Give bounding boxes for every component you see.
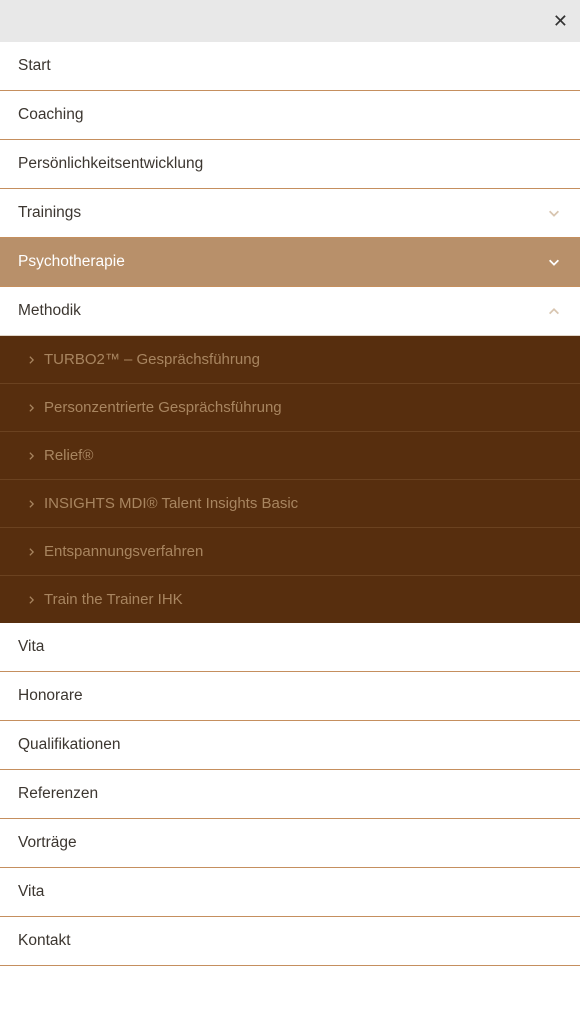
close-button[interactable]: ✕ [553,12,568,30]
nav-item-psychotherapie[interactable]: Psychotherapie [0,238,580,287]
nav-label: Honorare [18,687,83,705]
nav-item-qualifikationen[interactable]: Qualifikationen [0,721,580,770]
chevron-right-icon [28,356,36,364]
subnav-item-relief[interactable]: Relief® [0,432,580,480]
page-scroll[interactable]: ✕ Start Coaching Persönlichkeitsentwickl… [0,0,580,1024]
header: ✕ [0,0,580,42]
nav-item-methodik[interactable]: Methodik [0,287,580,336]
nav-item-trainings[interactable]: Trainings [0,189,580,238]
nav-label: Persönlichkeitsentwicklung [18,155,203,173]
nav-item-vita[interactable]: Vita [0,623,580,672]
chevron-down-icon [546,254,562,270]
subnav-label: Relief® [44,447,93,464]
chevron-right-icon [28,500,36,508]
subnav-item-insights[interactable]: INSIGHTS MDI® Talent Insights Basic [0,480,580,528]
subnav-item-turbo2[interactable]: TURBO2™ – Gesprächsführung [0,336,580,384]
subnav-item-entspannung[interactable]: Entspannungsverfahren [0,528,580,576]
subnav-item-trainthetrainer[interactable]: Train the Trainer IHK [0,576,580,623]
nav-item-referenzen[interactable]: Referenzen [0,770,580,819]
nav-label: Vorträge [18,834,77,852]
chevron-right-icon [28,452,36,460]
chevron-right-icon [28,404,36,412]
nav-item-kontakt[interactable]: Kontakt [0,917,580,966]
chevron-right-icon [28,596,36,604]
nav-label: Kontakt [18,932,71,950]
subnav-label: TURBO2™ – Gesprächsführung [44,351,260,368]
nav-item-persoenlichkeit[interactable]: Persönlichkeitsentwicklung [0,140,580,189]
nav-item-vortraege[interactable]: Vorträge [0,819,580,868]
nav-item-start[interactable]: Start [0,42,580,91]
nav-label: Coaching [18,106,84,124]
nav-label: Vita [18,883,44,901]
chevron-down-icon [546,205,562,221]
nav-label: Referenzen [18,785,98,803]
subnav-label: Entspannungsverfahren [44,543,203,560]
nav-item-coaching[interactable]: Coaching [0,91,580,140]
chevron-right-icon [28,548,36,556]
nav-label: Trainings [18,204,81,222]
subnav-methodik: TURBO2™ – Gesprächsführung Personzentrie… [0,336,580,623]
spacer [0,966,580,1024]
subnav-label: Train the Trainer IHK [44,591,183,608]
nav-item-honorare[interactable]: Honorare [0,672,580,721]
nav-label: Vita [18,638,44,656]
subnav-label: Personzentrierte Gesprächsführung [44,399,282,416]
subnav-label: INSIGHTS MDI® Talent Insights Basic [44,495,298,512]
subnav-item-personzentriert[interactable]: Personzentrierte Gesprächsführung [0,384,580,432]
main-nav: Start Coaching Persönlichkeitsentwicklun… [0,42,580,966]
chevron-up-icon [546,303,562,319]
nav-label: Qualifikationen [18,736,121,754]
nav-label: Methodik [18,302,81,320]
nav-label: Psychotherapie [18,253,125,271]
nav-label: Start [18,57,51,75]
nav-item-vita-2[interactable]: Vita [0,868,580,917]
